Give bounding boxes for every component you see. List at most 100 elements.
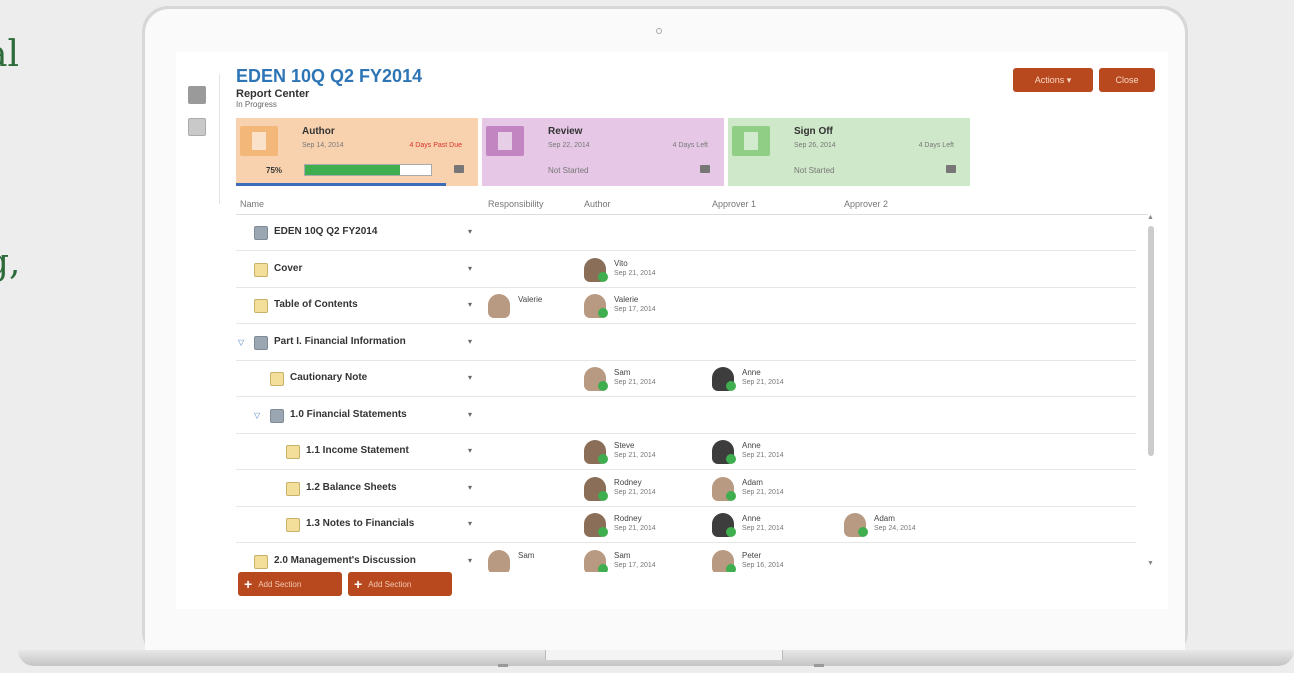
assignee-date: Sep 21, 2014 [614, 525, 656, 532]
add-section-label: Add Section [368, 579, 412, 589]
stage-document-icon [732, 126, 770, 156]
section-name[interactable]: 1.2 Balance Sheets [306, 482, 397, 493]
assignee-name: Rodney [614, 477, 642, 487]
table-row[interactable]: Table of Contents ▾ Valerie Valerie Sep 17, … [236, 288, 1136, 324]
document-icon [286, 445, 300, 459]
expand-caret-icon[interactable]: ▽ [254, 411, 260, 420]
table-row[interactable]: 1.3 Notes to Financials ▾ Rodney Sep 21, 20… [236, 507, 1136, 543]
section-grid-icon [254, 335, 268, 350]
assignee-name: Adam [874, 514, 895, 523]
section-name[interactable]: Cautionary Note [290, 372, 367, 383]
assignee-name: Anne [742, 441, 761, 450]
row-menu-icon[interactable]: ▾ [468, 227, 472, 236]
assignee-date: Sep 24, 2014 [874, 525, 916, 532]
actions-button[interactable]: Actions ▾ [1013, 68, 1093, 92]
scroll-down-arrow-icon[interactable]: ▼ [1147, 560, 1154, 567]
avatar [488, 549, 510, 572]
progress-bar [304, 164, 432, 176]
workflow-stage-author[interactable]: Author Sep 14, 2014 4 Days Past Due 75% [236, 118, 478, 186]
assignee-name: Adam [742, 477, 763, 487]
assignee-name: Sam [614, 368, 631, 377]
section-name[interactable]: EDEN 10Q Q2 FY2014 [274, 226, 377, 237]
assignee-name: Valerie [518, 295, 543, 304]
add-section-button[interactable]: + Add Section [348, 572, 452, 596]
row-menu-icon[interactable]: ▾ [468, 556, 472, 565]
column-header-approver-1[interactable]: Approver 1 [712, 199, 756, 209]
table-row[interactable]: ▽ 1.0 Financial Statements ▾ [236, 398, 1136, 434]
workflow-stage-review[interactable]: Review Sep 22, 2014 4 Days Left Not Started [482, 118, 724, 186]
column-header-author[interactable]: Author [584, 199, 611, 209]
row-menu-icon[interactable]: ▾ [468, 264, 472, 273]
section-name[interactable]: 1.0 Financial Statements [290, 409, 407, 420]
close-button[interactable]: Close [1099, 68, 1155, 92]
row-menu-icon[interactable]: ▾ [468, 300, 472, 309]
section-name[interactable]: 1.3 Notes to Financials [306, 518, 414, 529]
stage-days-remaining: 4 Days Left [918, 142, 954, 149]
progress-bar-fill [305, 165, 400, 175]
table-row[interactable]: 1.2 Balance Sheets ▾ Rodney Sep 21, 2014 Ada… [236, 471, 1136, 507]
table-row[interactable]: Cautionary Note ▾ Sam Sep 21, 2014 Anne Sep 2… [236, 361, 1136, 397]
page-title: EDEN 10Q Q2 FY2014 [236, 66, 423, 86]
approved-check-icon [598, 527, 608, 537]
row-menu-icon[interactable]: ▾ [468, 483, 472, 492]
approved-check-icon [726, 381, 736, 391]
scrollbar[interactable]: ▲ ▼ [1144, 214, 1158, 572]
stage-settings-icon[interactable] [700, 165, 710, 173]
row-menu-icon[interactable]: ▾ [468, 446, 472, 455]
add-section-button[interactable]: + Add Section [238, 572, 342, 596]
background-text-line-2: g, [0, 242, 21, 283]
app-screen: EDEN 10Q Q2 FY2014 Report Center In Prog… [176, 52, 1168, 609]
assignee-name: Anne [742, 514, 761, 523]
approved-check-icon [726, 454, 736, 464]
assignee-date: Sep 21, 2014 [742, 452, 784, 459]
stage-due-date: Sep 26, 2014 [794, 142, 836, 149]
row-menu-icon[interactable]: ▾ [468, 410, 472, 419]
table-row[interactable]: Cover ▾ Vito Sep 21, 2014 [236, 252, 1136, 288]
column-header-responsibility[interactable]: Responsibility [488, 199, 544, 209]
stage-due-date: Sep 22, 2014 [548, 142, 590, 149]
column-header-approver-2[interactable]: Approver 2 [844, 199, 888, 209]
section-name[interactable]: 2.0 Management's Discussion [274, 555, 416, 566]
section-name[interactable]: Cover [274, 263, 302, 274]
expand-caret-icon[interactable]: ▽ [238, 338, 244, 347]
grid-view-icon[interactable] [188, 86, 206, 104]
table-row[interactable]: EDEN 10Q Q2 FY2014 ▾ [236, 215, 1136, 251]
stage-days-remaining: 4 Days Past Due [409, 142, 462, 149]
active-stage-indicator [236, 183, 446, 186]
table-row[interactable]: 2.0 Management's Discussion ▾ Sam Sam Sep 17… [236, 544, 1136, 572]
section-name[interactable]: 1.1 Income Statement [306, 445, 409, 456]
row-menu-icon[interactable]: ▾ [468, 519, 472, 528]
workflow-stage-sign-off[interactable]: Sign Off Sep 26, 2014 4 Days Left Not Start… [728, 118, 970, 186]
stage-settings-icon[interactable] [946, 165, 956, 173]
table-row[interactable]: 1.1 Income Statement ▾ Steve Sep 21, 2014 An… [236, 434, 1136, 470]
assignee-name: Peter [742, 550, 762, 560]
stage-name: Review [548, 126, 583, 137]
stage-due-date: Sep 14, 2014 [302, 142, 344, 149]
stage-settings-icon[interactable] [454, 165, 464, 173]
assignee-date: Sep 17, 2014 [614, 306, 656, 313]
section-grid-icon [270, 408, 284, 423]
document-view-icon[interactable] [188, 118, 206, 136]
approved-check-icon [598, 271, 608, 282]
row-menu-icon[interactable]: ▾ [468, 337, 472, 346]
background-text-line-1: al [0, 34, 19, 75]
row-menu-icon[interactable]: ▾ [468, 373, 472, 382]
scroll-thumb[interactable] [1148, 226, 1154, 456]
approved-check-icon [598, 381, 608, 391]
page-subtitle: Report Center [236, 88, 310, 100]
stage-days-remaining: 4 Days Left [672, 142, 708, 149]
approved-check-icon [726, 527, 736, 537]
stage-name: Author [302, 126, 335, 137]
avatar [488, 294, 510, 318]
table-row[interactable]: ▽ Part I. Financial Information ▾ [236, 325, 1136, 361]
section-name[interactable]: Part I. Financial Information [274, 336, 406, 347]
assignee-date: Sep 21, 2014 [742, 525, 784, 532]
camera-icon [656, 28, 662, 34]
scroll-up-arrow-icon[interactable]: ▲ [1147, 214, 1154, 221]
assignee-date: Sep 16, 2014 [742, 561, 784, 569]
section-name[interactable]: Table of Contents [274, 299, 358, 310]
progress-percent: 75% [266, 166, 283, 175]
section-grid-icon [254, 226, 268, 240]
assignee-name: Valerie [614, 295, 639, 304]
column-header-name[interactable]: Name [240, 199, 264, 209]
